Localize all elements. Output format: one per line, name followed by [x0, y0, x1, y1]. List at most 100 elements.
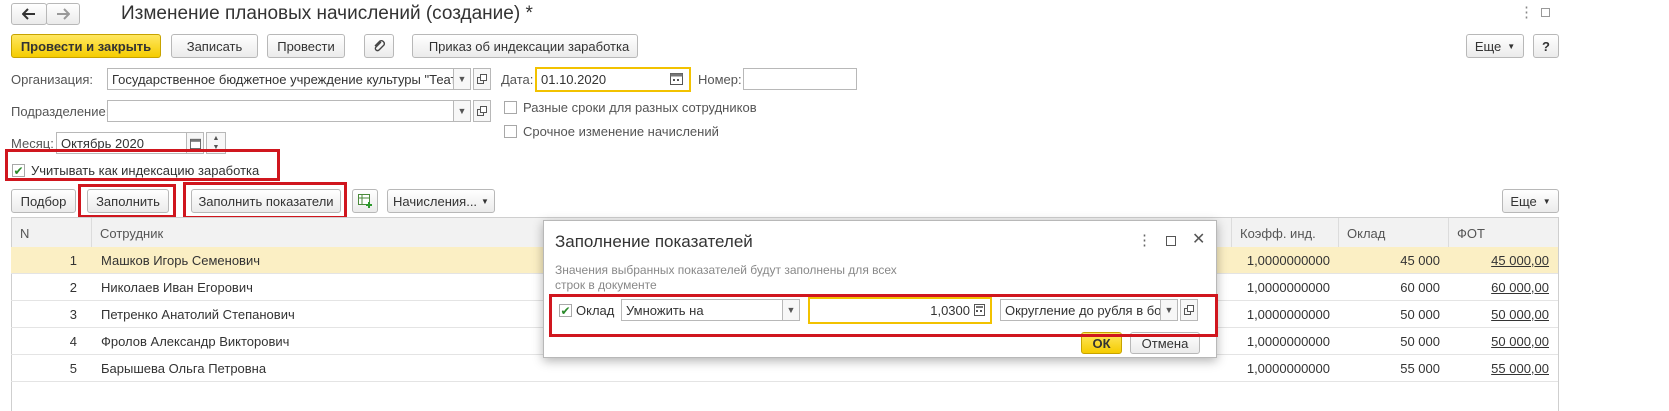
- month-spin-button[interactable]: ▲ ▼: [206, 132, 226, 154]
- consider-indexation-checkbox[interactable]: ✔: [12, 164, 25, 177]
- cell-fot[interactable]: 45 000,00: [1448, 247, 1557, 274]
- cell-fot[interactable]: 60 000,00: [1448, 274, 1557, 301]
- coefficient-field[interactable]: 1,0300: [808, 297, 992, 324]
- spin-icon: ▲ ▼: [212, 135, 220, 151]
- link-icon: [477, 106, 487, 116]
- operation-select[interactable]: Умножить на: [621, 299, 783, 321]
- cancel-button[interactable]: Отмена: [1130, 332, 1200, 354]
- number-field[interactable]: [743, 68, 857, 90]
- table-row[interactable]: 5 Барышева Ольга Петровна 1,0000000000 55 0…: [11, 355, 1558, 382]
- link-icon: [1184, 305, 1194, 315]
- save-button[interactable]: Записать: [171, 34, 258, 58]
- dept-open-button[interactable]: [473, 100, 491, 122]
- calendar-icon: [189, 138, 201, 149]
- table-more-button[interactable]: Еще ▼: [1502, 189, 1559, 213]
- calculator-icon[interactable]: [974, 304, 985, 316]
- cell-salary: 50 000: [1400, 334, 1440, 349]
- paperclip-icon: [374, 40, 385, 52]
- rounding-open-button[interactable]: [1180, 299, 1198, 321]
- dialog-hint-line1: Значения выбранных показателей будут зап…: [555, 263, 897, 277]
- back-button[interactable]: [11, 3, 47, 25]
- month-label: Месяц:: [11, 136, 54, 151]
- more-button[interactable]: Еще ▼: [1466, 34, 1524, 58]
- chevron-down-icon: ▼: [481, 196, 489, 206]
- fill-indicators-dialog: Заполнение показателей ⋮ ✕ Значения выбр…: [543, 220, 1217, 358]
- dots-menu-icon[interactable]: ⋮: [1137, 232, 1152, 250]
- operation-dropdown-button[interactable]: ▼: [782, 299, 800, 321]
- pick-button[interactable]: Подбор: [11, 189, 76, 213]
- cell-coeff: 1,0000000000: [1246, 280, 1330, 295]
- maximize-icon[interactable]: [1541, 8, 1550, 17]
- dept-dropdown-button[interactable]: ▼: [453, 100, 471, 122]
- cell-salary: 55 000: [1400, 361, 1440, 376]
- cell-fot[interactable]: 50 000,00: [1448, 301, 1557, 328]
- forward-arrow-icon: [57, 8, 70, 20]
- col-header-fot[interactable]: ФОТ: [1449, 218, 1558, 248]
- consider-indexation-label: Учитывать как индексацию заработка: [31, 163, 260, 178]
- checkmark-icon: ✔: [13, 163, 24, 178]
- salary-checkbox[interactable]: ✔: [559, 304, 572, 317]
- indexation-order-button[interactable]: Приказ об индексации заработка: [412, 34, 638, 58]
- org-open-button[interactable]: [473, 68, 491, 90]
- accruals-button[interactable]: Начисления... ▼: [387, 189, 495, 213]
- org-field[interactable]: Государственное бюджетное учреждение кул…: [107, 68, 454, 90]
- fill-button[interactable]: Заполнить: [87, 189, 169, 213]
- cell-n: 3: [69, 307, 77, 322]
- table-more-label: Еще: [1510, 193, 1537, 209]
- window-title: Изменение плановых начислений (создание)…: [121, 3, 533, 24]
- rounding-select[interactable]: Округление до рубля в бол: [1000, 299, 1161, 321]
- org-label: Организация:: [11, 72, 94, 87]
- chevron-down-icon: ▼: [457, 106, 467, 116]
- cell-coeff: 1,0000000000: [1246, 307, 1330, 322]
- cell-salary: 45 000: [1400, 253, 1440, 268]
- col-header-coeff[interactable]: Коэфф. инд.: [1232, 218, 1339, 248]
- urgent-change-checkbox[interactable]: [504, 125, 517, 138]
- cell-fot[interactable]: 55 000,00: [1448, 355, 1557, 382]
- dialog-title: Заполнение показателей: [555, 232, 753, 251]
- chevron-down-icon: ▼: [1542, 196, 1551, 206]
- rounding-dropdown-button[interactable]: ▼: [1160, 299, 1178, 321]
- chevron-down-icon: ▼: [1507, 41, 1516, 51]
- date-field[interactable]: 01.10.2020: [535, 67, 691, 92]
- cell-fot[interactable]: 50 000,00: [1448, 328, 1557, 355]
- salary-label: Оклад: [576, 303, 615, 318]
- different-dates-checkbox[interactable]: [504, 101, 517, 114]
- coefficient-value: 1,0300: [930, 303, 970, 318]
- different-dates-label: Разные сроки для разных сотрудников: [523, 100, 757, 115]
- cell-coeff: 1,0000000000: [1246, 253, 1330, 268]
- date-label: Дата:: [501, 72, 534, 87]
- post-button[interactable]: Провести: [267, 34, 345, 58]
- calendar-icon[interactable]: [670, 72, 683, 85]
- cell-salary: 60 000: [1400, 280, 1440, 295]
- cell-salary: 50 000: [1400, 307, 1440, 322]
- checkmark-icon: ✔: [560, 303, 571, 318]
- table-add-icon: [357, 194, 372, 208]
- indexation-order-label: Приказ об индексации заработка: [428, 38, 630, 54]
- post-and-close-button[interactable]: Провести и закрыть: [11, 34, 161, 58]
- dept-field[interactable]: [107, 100, 454, 122]
- attach-button[interactable]: [364, 34, 394, 58]
- close-icon[interactable]: ✕: [1192, 231, 1206, 249]
- maximize-icon[interactable]: [1166, 236, 1176, 246]
- org-dropdown-button[interactable]: ▼: [453, 68, 471, 90]
- month-field[interactable]: Октябрь 2020: [56, 132, 187, 154]
- col-header-salary[interactable]: Оклад: [1339, 218, 1449, 248]
- month-calendar-button[interactable]: [186, 132, 204, 154]
- help-button[interactable]: ?: [1533, 34, 1559, 58]
- cell-n: 4: [69, 334, 77, 349]
- forward-button[interactable]: [46, 3, 80, 25]
- more-label: Еще: [1474, 38, 1502, 54]
- col-header-n[interactable]: N: [12, 218, 92, 248]
- back-arrow-icon: [22, 8, 35, 20]
- dept-label: Подразделение:: [11, 104, 110, 119]
- fill-indicators-button[interactable]: Заполнить показатели: [191, 189, 341, 213]
- add-column-button[interactable]: [352, 189, 378, 213]
- urgent-change-label: Срочное изменение начислений: [523, 124, 719, 139]
- cell-n: 2: [69, 280, 77, 295]
- dots-menu-icon[interactable]: ⋮: [1519, 4, 1534, 22]
- chevron-down-icon: ▼: [1164, 305, 1174, 315]
- cell-n: 5: [69, 361, 77, 376]
- link-icon: [477, 74, 487, 84]
- cell-coeff: 1,0000000000: [1246, 334, 1330, 349]
- ok-button[interactable]: ОК: [1081, 332, 1122, 354]
